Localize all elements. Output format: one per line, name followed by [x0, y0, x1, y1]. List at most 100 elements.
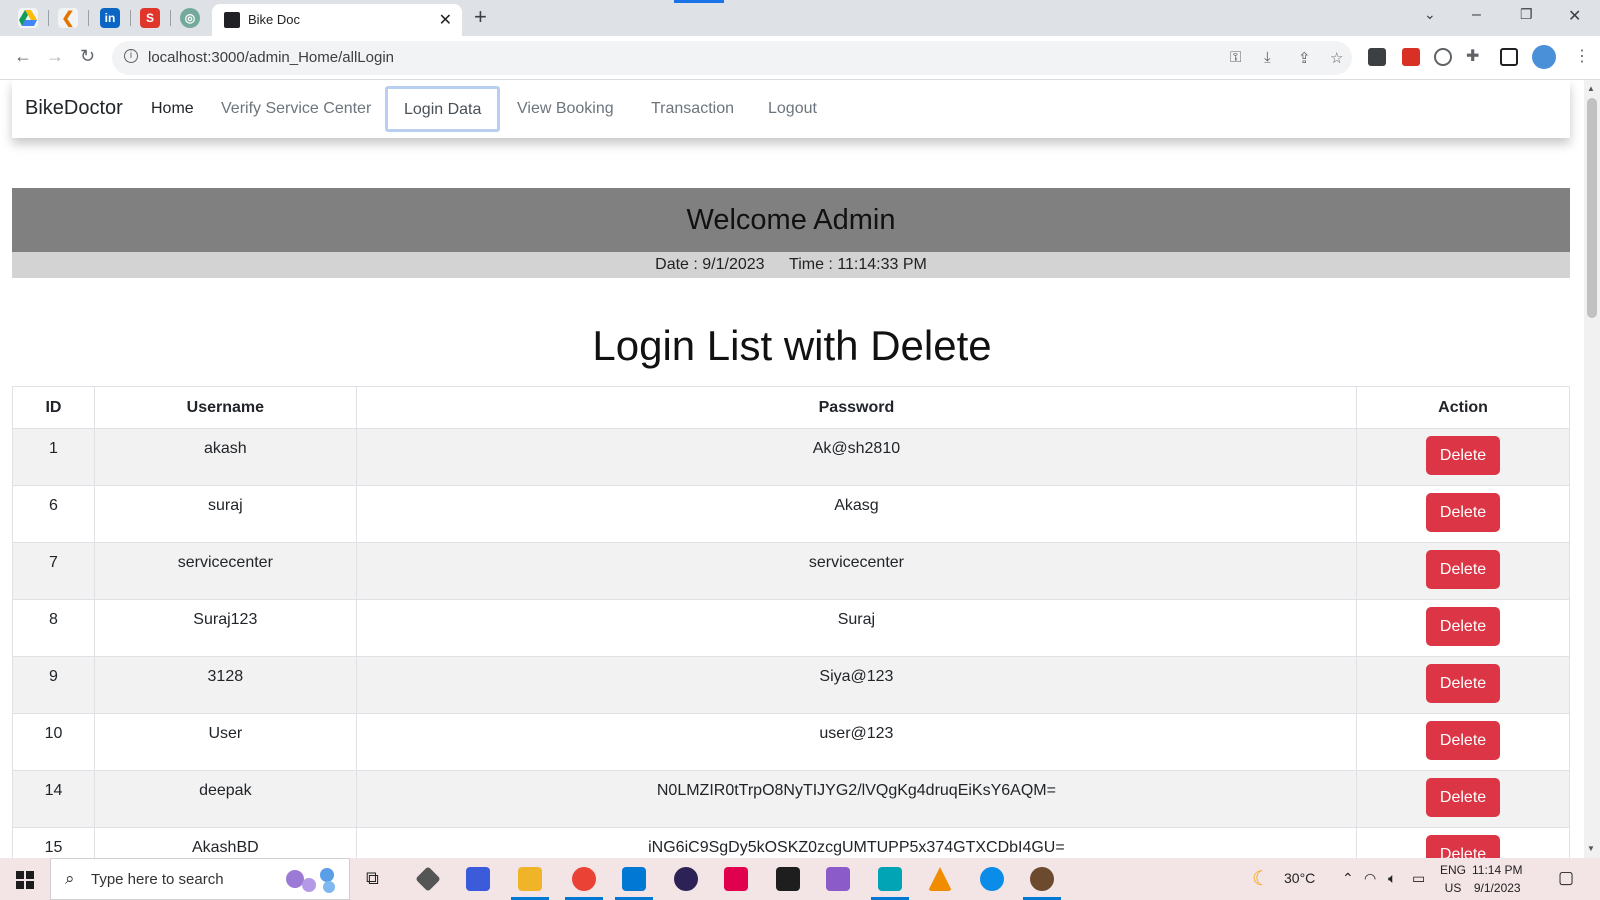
column-header-username: Username [93, 386, 357, 429]
key-icon[interactable]: ⚿ [1230, 49, 1241, 66]
delete-button[interactable]: Delete [1426, 721, 1501, 760]
share-icon[interactable]: ⇪ [1298, 49, 1311, 67]
table-row: 14 deepak N0LMZIR0tTrpO8NyTIJYG2/lVQgKg4… [12, 770, 1570, 828]
app-icon[interactable] [415, 866, 441, 892]
delete-button[interactable]: Delete [1426, 550, 1501, 589]
delete-button[interactable]: Delete [1426, 607, 1501, 646]
tab-separator [48, 10, 49, 26]
profile-avatar[interactable] [1532, 45, 1556, 69]
vlc-icon[interactable] [928, 867, 952, 891]
s-app-tab-icon[interactable]: S [140, 8, 160, 28]
show-hidden-icons-chevron-icon[interactable]: ⌃ [1342, 870, 1354, 887]
time-text: Time : 11:14:33 PM [789, 256, 927, 273]
wifi-icon[interactable]: ◠ [1364, 870, 1376, 887]
taskbar-clock[interactable]: 11:14 PM 9/1/2023 [1472, 861, 1522, 897]
restore-icon[interactable]: ❐ [1520, 6, 1533, 23]
tab-search-chevron-icon[interactable]: ⌄ [1424, 6, 1436, 23]
chrome-icon[interactable] [572, 867, 596, 891]
page-title: Login List with Delete [592, 322, 992, 369]
cell-password: Siya@123 [355, 656, 1358, 714]
forward-arrow-icon[interactable]: → [46, 46, 64, 67]
cell-username: User [93, 713, 357, 771]
settings-extension-icon[interactable] [1434, 48, 1452, 66]
delete-button[interactable]: Delete [1426, 835, 1501, 858]
close-window-icon[interactable]: ✕ [1568, 6, 1581, 26]
scroll-up-icon[interactable]: ▲ [1587, 84, 1595, 93]
search-placeholder[interactable]: Type here to search [91, 871, 224, 888]
cell-id: 7 [12, 542, 95, 600]
page-scrollbar[interactable]: ▲ ▼ [1584, 80, 1600, 858]
url-text[interactable]: localhost:3000/admin_Home/allLogin [148, 49, 394, 66]
app-icon[interactable] [466, 867, 490, 891]
pdf-extension-icon[interactable] [1402, 48, 1420, 66]
eclipse-icon[interactable] [674, 867, 698, 891]
table-row: 10 User user@123 Delete [12, 713, 1570, 771]
more-menu-icon[interactable]: ⋮ [1574, 46, 1590, 66]
install-icon[interactable]: ⤓ [1264, 49, 1271, 66]
monitor-app-icon[interactable] [878, 867, 902, 891]
cell-password: servicecenter [355, 542, 1358, 600]
delete-button[interactable]: Delete [1426, 778, 1501, 817]
cell-username: AkashBD [93, 827, 357, 858]
table-row: 9 3128 Siya@123 Delete [12, 656, 1570, 714]
cell-action: Delete [1356, 827, 1570, 858]
back-arrow-icon[interactable]: ← [14, 46, 32, 67]
brand-logo[interactable]: BikeDoctor [25, 97, 123, 120]
nav-verify-service-center[interactable]: Verify Service Center [221, 100, 371, 118]
delete-button[interactable]: Delete [1426, 664, 1501, 703]
notifications-icon[interactable]: ▢ [1558, 868, 1574, 888]
cell-username: deepak [93, 770, 357, 828]
scrollbar-thumb[interactable] [1587, 98, 1597, 318]
login-table: ID Username Password Action 1 akash Ak@s… [12, 386, 1570, 858]
new-tab-icon[interactable]: + [474, 4, 487, 30]
table-header-row: ID Username Password Action [12, 386, 1570, 429]
weather-moon-icon[interactable]: ☾ [1252, 866, 1270, 891]
cell-username: akash [93, 428, 357, 486]
cell-username: Suraj123 [93, 599, 357, 657]
task-view-icon[interactable]: ⧉ [366, 868, 379, 889]
extensions-puzzle-icon[interactable]: ✚ [1466, 46, 1479, 66]
chatgpt-tab-icon[interactable]: ◎ [180, 8, 200, 28]
windows-start-icon[interactable] [16, 871, 34, 889]
cell-password: Akasg [355, 485, 1358, 543]
minimize-icon[interactable]: – [1472, 6, 1481, 24]
bookmark-star-icon[interactable]: ☆ [1330, 49, 1343, 67]
nav-home[interactable]: Home [151, 100, 194, 118]
pinned-tab-icon[interactable]: ❮ [58, 8, 78, 28]
vscode-icon[interactable] [622, 867, 646, 891]
nav-transaction[interactable]: Transaction [651, 100, 734, 118]
taskbar-search-box[interactable]: ⌕ Type here to search [50, 858, 350, 900]
mysql-icon[interactable] [776, 867, 800, 891]
battery-icon[interactable]: ▭ [1412, 870, 1425, 887]
tab-title: Bike Doc [248, 12, 301, 27]
delete-button[interactable]: Delete [1426, 436, 1501, 475]
close-tab-icon[interactable]: ✕ [439, 10, 452, 30]
weather-temperature[interactable]: 30°C [1284, 870, 1315, 886]
tab-bike-doc[interactable]: Bike Doc ✕ [212, 4, 462, 36]
nav-view-booking[interactable]: View Booking [517, 100, 614, 118]
side-panel-icon[interactable] [1500, 48, 1518, 66]
site-info-icon[interactable]: i [124, 49, 138, 63]
file-explorer-icon[interactable] [518, 867, 542, 891]
tab-separator [130, 10, 131, 26]
table-row: 1 akash Ak@sh2810 Delete [12, 428, 1570, 486]
reload-icon[interactable]: ↻ [80, 46, 95, 67]
volume-icon[interactable]: 🔈︎ [1388, 870, 1396, 887]
app-icon[interactable] [724, 867, 748, 891]
tab-separator [88, 10, 89, 26]
linkedin-tab-icon[interactable]: in [100, 8, 120, 28]
app-icon[interactable] [1030, 867, 1054, 891]
visual-studio-icon[interactable] [826, 867, 850, 891]
scroll-down-icon[interactable]: ▼ [1587, 844, 1595, 853]
language-indicator[interactable]: ENG US [1440, 861, 1466, 897]
language-code: ENG [1440, 863, 1467, 877]
nav-login-data[interactable]: Login Data [385, 86, 501, 132]
cell-action: Delete [1356, 599, 1570, 657]
region-code: US [1444, 881, 1462, 895]
edge-icon[interactable] [980, 867, 1004, 891]
address-bar[interactable]: i localhost:3000/admin_Home/allLogin ⚿ ⤓… [112, 41, 1352, 75]
extension-icon[interactable] [1368, 48, 1386, 66]
delete-button[interactable]: Delete [1426, 493, 1501, 532]
google-drive-tab-icon[interactable] [18, 8, 38, 28]
nav-logout[interactable]: Logout [768, 100, 817, 118]
